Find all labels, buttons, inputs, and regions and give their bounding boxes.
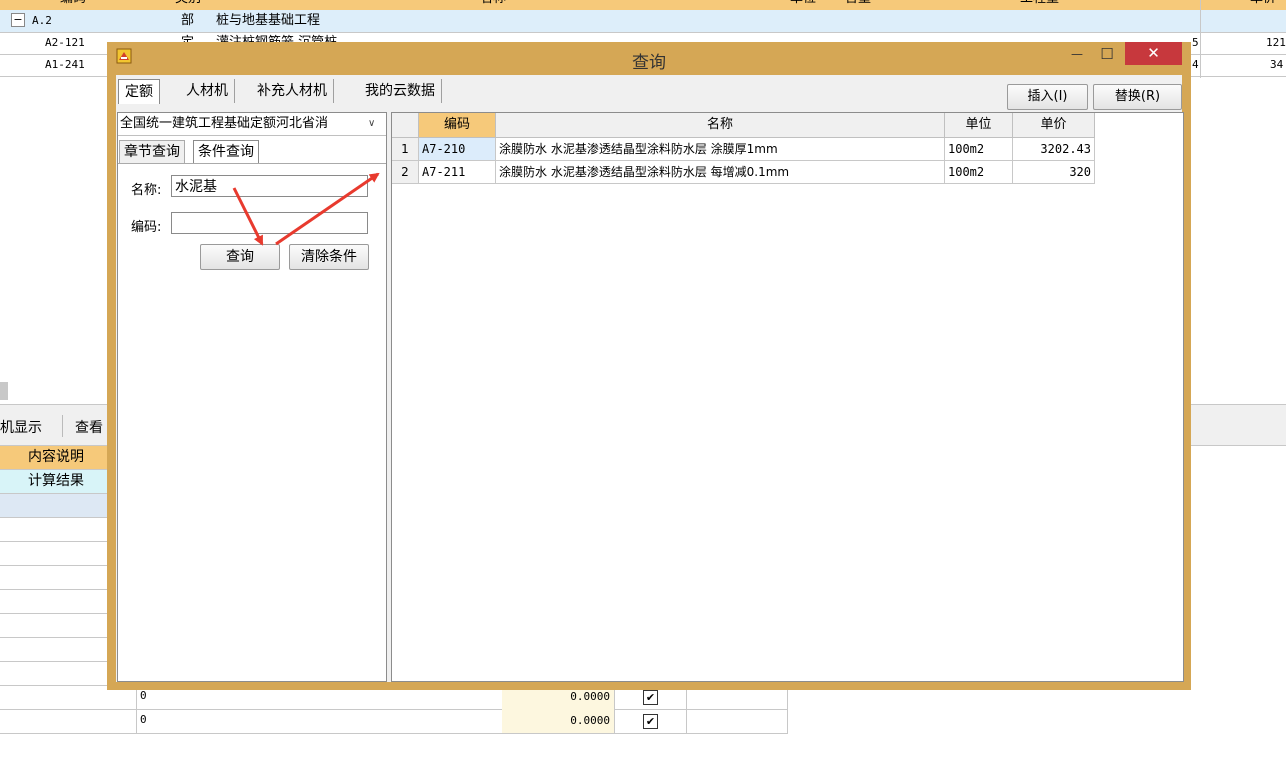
annotation-arrows — [232, 172, 380, 246]
arrow-to-results — [275, 172, 380, 246]
arrow-to-search-button — [232, 187, 264, 246]
